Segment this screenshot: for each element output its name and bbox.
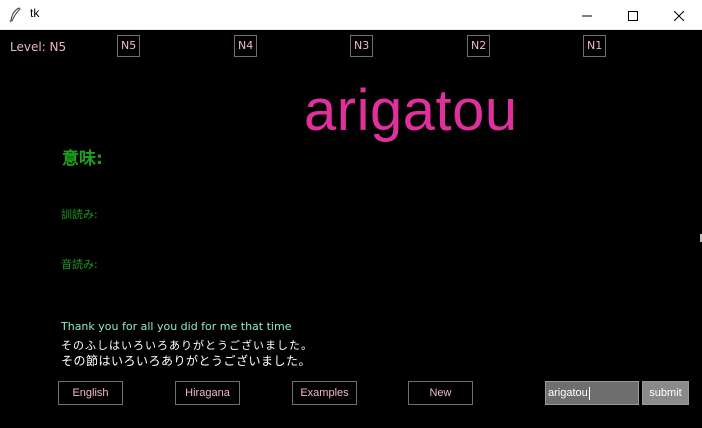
maximize-icon xyxy=(628,6,638,25)
maximize-button[interactable] xyxy=(610,0,656,30)
close-button[interactable] xyxy=(656,0,702,30)
title-bar: tk xyxy=(0,0,702,30)
level-n1-button[interactable]: N1 xyxy=(583,35,607,57)
level-label: Level: N5 xyxy=(10,40,67,54)
example-kana: そのふしはいろいろありがとうございました。 xyxy=(61,339,313,352)
examples-button[interactable]: Examples xyxy=(292,381,357,405)
text-caret xyxy=(588,386,590,400)
level-n5-button[interactable]: N5 xyxy=(117,35,141,57)
level-n4-button[interactable]: N4 xyxy=(234,35,258,57)
meaning-label: 意味: xyxy=(62,149,103,169)
onyomi-label: 音読み: xyxy=(61,258,98,271)
app-window: tk Level: N5 N5 N4 N3 N2 N1 arigatou 意味:… xyxy=(0,0,702,428)
level-n3-button[interactable]: N3 xyxy=(350,35,374,57)
answer-input-value: arigatou xyxy=(548,387,588,399)
english-button[interactable]: English xyxy=(58,381,123,405)
main-content: Level: N5 N5 N4 N3 N2 N1 arigatou 意味: 訓読… xyxy=(0,30,702,428)
minimize-icon xyxy=(582,6,592,25)
example-english: Thank you for all you did for me that ti… xyxy=(61,320,292,333)
feather-icon xyxy=(9,7,21,23)
new-button[interactable]: New xyxy=(408,381,473,405)
kunyomi-label: 訓読み: xyxy=(61,208,98,221)
window-title: tk xyxy=(30,6,40,20)
submit-button[interactable]: submit xyxy=(642,381,689,405)
example-kanji: その節はいろいろありがとうございました。 xyxy=(61,354,312,368)
hiragana-button[interactable]: Hiragana xyxy=(175,381,240,405)
minimize-button[interactable] xyxy=(564,0,610,30)
close-icon xyxy=(673,6,685,25)
level-n2-button[interactable]: N2 xyxy=(467,35,491,57)
answer-input[interactable]: arigatou xyxy=(545,381,639,405)
vocab-word: arigatou xyxy=(304,78,518,143)
